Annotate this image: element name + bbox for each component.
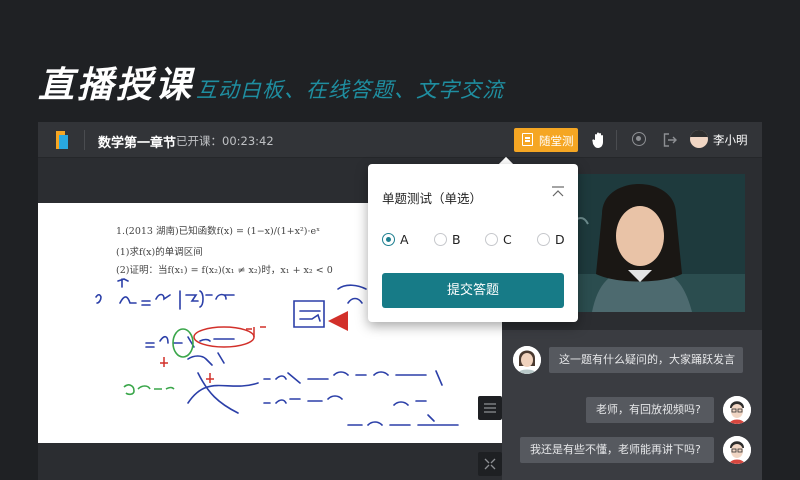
teacher-avatar	[513, 346, 541, 374]
chat-message-student: 我还是有些不懂，老师能再讲下吗?	[520, 437, 714, 463]
app-logo-icon	[54, 131, 70, 149]
option-label: C	[503, 232, 512, 247]
submit-answer-button[interactable]: 提交答题	[382, 273, 564, 308]
radio-unselected	[537, 233, 550, 246]
in-class-quiz-button[interactable]: 随堂测	[514, 128, 578, 152]
course-title: 数学第一章节	[98, 136, 177, 151]
user-avatar[interactable]	[690, 130, 708, 148]
option-label: A	[400, 232, 409, 247]
student-avatar	[723, 396, 751, 424]
radio-unselected	[434, 233, 447, 246]
course-elapsed-time: 已开课：00:23:42	[176, 134, 274, 148]
radio-unselected	[485, 233, 498, 246]
chat-message-teacher: 这一题有什么疑问的，大家踊跃发言	[549, 347, 743, 373]
divider	[616, 130, 617, 150]
hero-title: 直播授课	[38, 65, 195, 106]
chat-panel: 这一题有什么疑问的，大家踊跃发言 老师，有回放视频吗? 我还是有些不懂，老师能再…	[502, 330, 762, 480]
top-bar: 数学第一章节 已开课：00:23:42 随堂测 李小明	[38, 122, 762, 158]
expand-icon[interactable]	[478, 452, 502, 476]
exit-icon[interactable]	[662, 132, 678, 148]
record-icon[interactable]	[632, 132, 646, 146]
quiz-icon	[522, 133, 533, 146]
option-label: D	[555, 232, 565, 247]
chat-message-student: 老师，有回放视频吗?	[586, 397, 714, 423]
single-question-quiz-dialog: 单题测试（单选） A B C D 提交答题	[368, 164, 578, 322]
radio-selected	[382, 233, 395, 246]
quiz-button-label: 随堂测	[539, 134, 574, 148]
hero-subtitle: 互动白板、在线答题、文字交流	[196, 78, 504, 102]
option-label: B	[452, 232, 461, 247]
user-name: 李小明	[713, 133, 748, 147]
divider	[84, 130, 85, 150]
collapse-icon[interactable]	[551, 186, 565, 198]
list-toggle-icon[interactable]	[478, 396, 502, 420]
student-avatar	[723, 436, 751, 464]
raise-hand-icon[interactable]	[591, 131, 607, 149]
dialog-title: 单题测试（单选）	[382, 191, 483, 206]
